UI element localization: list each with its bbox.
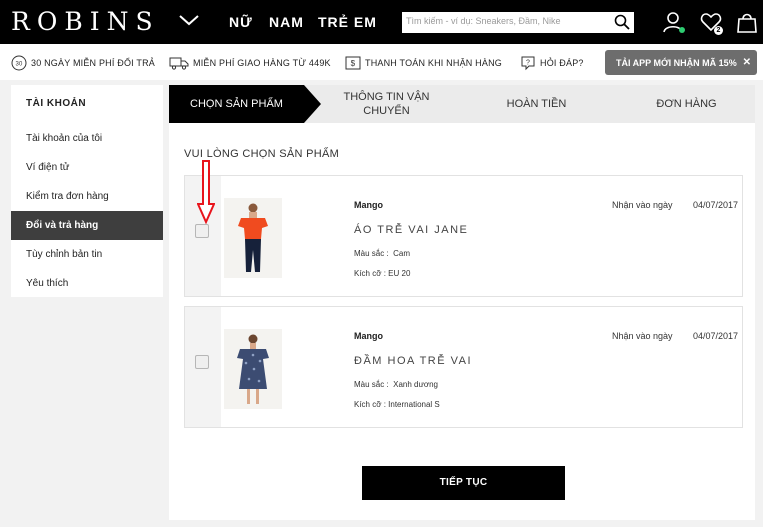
benefit-label: THANH TOÁN KHI NHẬN HÀNG — [365, 58, 502, 68]
sidebar-item-newsletter[interactable]: Tùy chỉnh bản tin — [11, 240, 163, 269]
truck-icon — [169, 57, 189, 70]
sidebar-item-e-wallet[interactable]: Ví điện tử — [11, 153, 163, 182]
step-refund[interactable]: HOÀN TIỀN — [469, 85, 604, 123]
received-date: 04/07/2017 — [693, 200, 739, 210]
benefit-label: 30 NGÀY MIỄN PHÍ ĐỔI TRẢ — [31, 58, 155, 68]
wishlist-count-badge: 2 — [714, 26, 723, 35]
nav-kids[interactable]: TRẺ EM — [318, 14, 377, 30]
sidebar-item-order-check[interactable]: Kiểm tra đơn hàng — [11, 182, 163, 211]
user-icon[interactable] — [662, 11, 685, 33]
sidebar-item-favorites[interactable]: Yêu thích — [11, 269, 163, 298]
sidebar-item-returns[interactable]: Đổi và trả hàng — [11, 211, 163, 240]
item-checkbox[interactable] — [195, 224, 209, 238]
account-sidebar: TÀI KHOẢN Tài khoản của tôi Ví điện tử K… — [11, 85, 163, 297]
30-days-icon: 30 — [11, 55, 27, 71]
product-size: Kích cỡ : EU 20 — [354, 269, 410, 278]
benefit-free-shipping: MIỄN PHÍ GIAO HÀNG TỪ 449K — [169, 55, 331, 71]
search-icon[interactable] — [614, 14, 630, 30]
step-order[interactable]: ĐƠN HÀNG — [619, 85, 754, 123]
benefit-free-return: 30 30 NGÀY MIỄN PHÍ ĐỔI TRẢ — [11, 55, 155, 71]
product-color: Màu sắc : Xanh dương — [354, 380, 438, 389]
section-title: VUI LÒNG CHỌN SẢN PHẨM — [184, 148, 340, 160]
step-select-product[interactable]: CHỌN SẢN PHẨM — [169, 85, 304, 123]
svg-text:30: 30 — [15, 62, 23, 68]
product-image — [224, 329, 282, 409]
return-steps: CHỌN SẢN PHẨM THÔNG TIN VẬN CHUYỂN HOÀN … — [169, 85, 755, 123]
return-item: Mango Nhận vào ngày 04/07/2017 ĐẦM HOA T… — [184, 306, 743, 428]
return-item: Mango Nhận vào ngày 04/07/2017 ÁO TRỄ VA… — [184, 175, 743, 297]
cash-icon: $ — [345, 56, 361, 70]
nav-men[interactable]: NAM — [269, 14, 304, 30]
color-label: Màu sắc : — [354, 380, 389, 389]
online-dot — [679, 27, 685, 33]
size-label: Kích cỡ : — [354, 269, 386, 278]
continue-button[interactable]: TIẾP TỤC — [362, 466, 565, 500]
color-label: Màu sắc : — [354, 249, 389, 258]
svg-text:?: ? — [526, 60, 530, 67]
product-image — [224, 198, 282, 278]
received-label: Nhận vào ngày — [612, 200, 673, 210]
app-promo-label: TẢI APP MỚI NHẬN MÃ 15% — [616, 57, 737, 68]
benefit-faq[interactable]: ? HỎI ĐÁP? — [520, 55, 584, 71]
received-date: 04/07/2017 — [693, 331, 739, 341]
product-color: Màu sắc : Cam — [354, 249, 410, 258]
sidebar-item-my-account[interactable]: Tài khoản của tôi — [11, 124, 163, 153]
size-label: Kích cỡ : — [354, 400, 386, 409]
product-name[interactable]: ĐẦM HOA TRỄ VAI — [354, 355, 472, 367]
close-icon[interactable]: ✕ — [743, 57, 751, 68]
chevron-down-icon[interactable] — [178, 13, 200, 27]
robins-logo[interactable]: ROBINS — [11, 9, 160, 35]
sidebar-title: TÀI KHOẢN — [26, 98, 87, 109]
search-input[interactable]: Tìm kiếm - ví dụ: Sneakers, Đầm, Nike — [402, 12, 634, 33]
benefit-cod: $ THANH TOÁN KHI NHẬN HÀNG — [345, 55, 502, 71]
product-brand: Mango — [354, 331, 383, 341]
checkbox-column — [185, 307, 221, 427]
size-value: International S — [388, 400, 440, 409]
annotation-arrow-icon — [197, 160, 215, 224]
product-name[interactable]: ÁO TRỄ VAI JANE — [354, 224, 468, 236]
benefit-label: HỎI ĐÁP? — [540, 58, 584, 68]
select-product-panel: VUI LÒNG CHỌN SẢN PHẨM Mango Nhận vào ng… — [169, 123, 755, 520]
received-label: Nhận vào ngày — [612, 331, 673, 341]
search-placeholder: Tìm kiếm - ví dụ: Sneakers, Đầm, Nike — [406, 16, 561, 26]
svg-text:$: $ — [351, 59, 356, 68]
color-value: Xanh dương — [393, 380, 438, 389]
product-brand: Mango — [354, 200, 383, 210]
benefit-label: MIỄN PHÍ GIAO HÀNG TỪ 449K — [193, 58, 331, 68]
color-value: Cam — [393, 249, 411, 258]
heart-icon[interactable]: 2 — [700, 11, 723, 35]
product-size: Kích cỡ : International S — [354, 400, 440, 409]
nav-women[interactable]: NỮ — [229, 14, 253, 30]
step-shipping-info[interactable]: THÔNG TIN VẬN CHUYỂN — [329, 85, 444, 123]
size-value: EU 20 — [388, 269, 411, 278]
item-checkbox[interactable] — [195, 355, 209, 369]
question-icon: ? — [521, 56, 535, 71]
bag-icon[interactable] — [736, 11, 758, 33]
top-header: ROBINS NỮ NAM TRẺ EM Tìm kiếm - ví dụ: S… — [0, 0, 763, 44]
download-app-button[interactable]: TẢI APP MỚI NHẬN MÃ 15% ✕ — [605, 50, 757, 75]
